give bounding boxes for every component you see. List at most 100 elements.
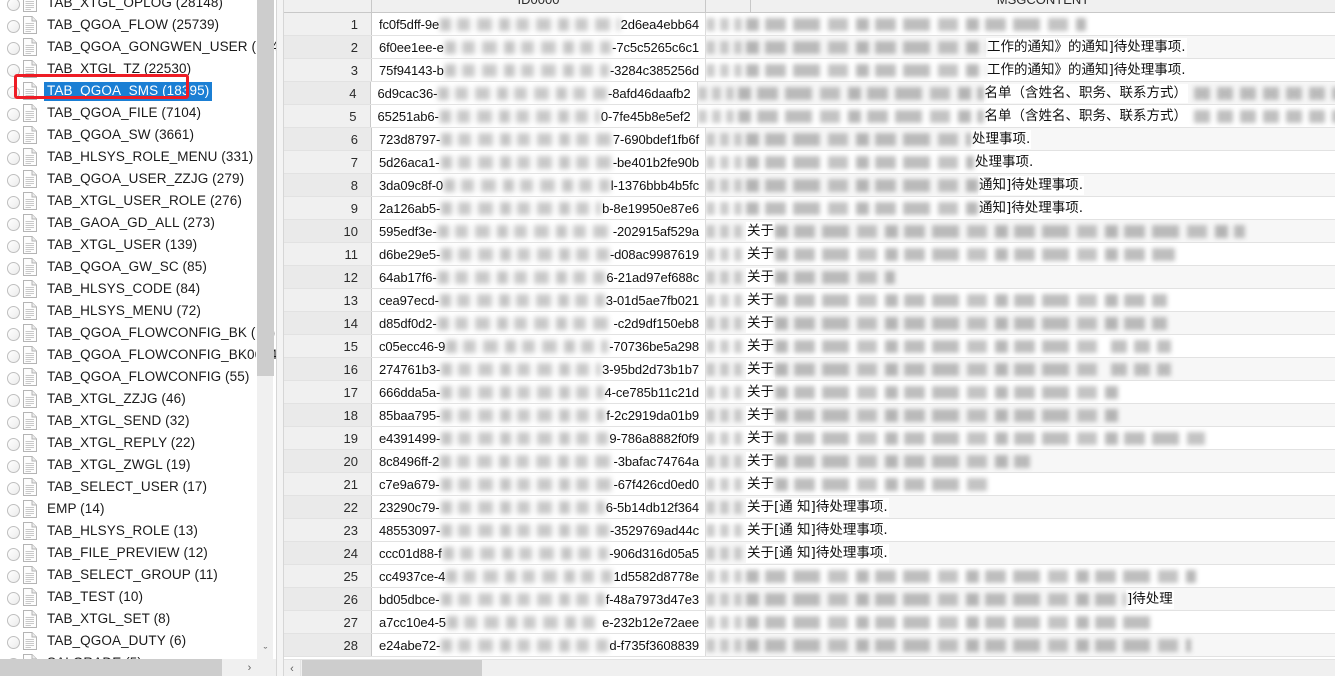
scroll-down-arrow-icon[interactable]: ˇ bbox=[257, 643, 274, 660]
tree-item-tab_select_user[interactable]: TAB_SELECT_USER (17) bbox=[0, 476, 256, 498]
table-row[interactable]: 12 64ab17f6- 6-21ad97ef688c 关于 bbox=[284, 266, 1335, 289]
cell-id0000[interactable]: cea97ecd- 3-01d5ae7fb021 bbox=[372, 289, 706, 311]
cell-id0000[interactable]: bd05dbce-f-48a7973d47e3 bbox=[372, 588, 706, 610]
table-row[interactable]: 17 666dda5a- 4-ce785b11c21d 关于 bbox=[284, 381, 1335, 404]
row-number[interactable]: 18 bbox=[284, 404, 372, 426]
table-row[interactable]: 28 e24abe72- d-f735f3608839 bbox=[284, 634, 1335, 657]
tree-item-tab_qgoa_flowconfig_bk[interactable]: TAB_QGOA_FLOWCONFIG_BK (57) bbox=[0, 322, 275, 344]
cell-id0000[interactable]: d6be29e5- -d08ac9987619 bbox=[372, 243, 706, 265]
cell-msgcontent[interactable] bbox=[706, 634, 1335, 656]
row-number[interactable]: 14 bbox=[284, 312, 372, 334]
tree-item-tab_qgoa_sms[interactable]: TAB_QGOA_SMS (18395) bbox=[0, 80, 256, 102]
tree-vertical-scrollbar[interactable]: ˇ bbox=[256, 0, 274, 660]
row-number[interactable]: 10 bbox=[284, 220, 372, 242]
tree-item-tab_qgoa_user_zzjg[interactable]: TAB_QGOA_USER_ZZJG (279) bbox=[0, 168, 256, 190]
table-row[interactable]: 4 6d9cac36- -8afd46daafb2 名单（含姓名、职务、联系方式） bbox=[284, 82, 1335, 105]
grid-scroll-left-arrow-icon[interactable]: ‹ bbox=[284, 660, 301, 676]
expander-circle-icon[interactable] bbox=[4, 0, 20, 11]
column-header-hidden[interactable] bbox=[706, 0, 751, 12]
cell-id0000[interactable]: e4391499- 9-786a8882f0f9 bbox=[372, 427, 706, 449]
tree-item-tab_qgoa_flowconfig_bk0624[interactable]: TAB_QGOA_FLOWCONFIG_BK0624 (57) bbox=[0, 344, 276, 366]
row-number[interactable]: 6 bbox=[284, 128, 372, 150]
pane-splitter[interactable] bbox=[276, 0, 284, 676]
column-header-msgcontent[interactable]: MSGCONTENT bbox=[751, 0, 1335, 12]
table-row[interactable]: 14 d85df0d2- -c2d9df150eb8 关于 bbox=[284, 312, 1335, 335]
row-number[interactable]: 2 bbox=[284, 36, 372, 58]
row-number[interactable]: 13 bbox=[284, 289, 372, 311]
cell-msgcontent[interactable]: 关于 bbox=[706, 243, 1335, 265]
tree-vertical-scroll-thumb[interactable] bbox=[257, 0, 274, 376]
tree-horizontal-scroll-thumb[interactable] bbox=[0, 659, 222, 676]
cell-id0000[interactable]: 75f94143-b -3284c385256d bbox=[372, 59, 706, 81]
table-row[interactable]: 25 cc4937ce-4 1d5582d8778e bbox=[284, 565, 1335, 588]
tree-item-tab_qgoa_sw[interactable]: TAB_QGOA_SW (3661) bbox=[0, 124, 256, 146]
expander-circle-icon[interactable] bbox=[4, 39, 20, 55]
expander-circle-icon[interactable] bbox=[4, 259, 20, 275]
expander-circle-icon[interactable] bbox=[4, 347, 20, 363]
column-header-rownum[interactable] bbox=[284, 0, 372, 12]
cell-id0000[interactable]: ccc01d88-f -906d316d05a5 bbox=[372, 542, 706, 564]
scroll-right-arrow-icon[interactable]: › bbox=[241, 659, 258, 676]
row-number[interactable]: 19 bbox=[284, 427, 372, 449]
cell-msgcontent[interactable]: 关于 bbox=[706, 427, 1335, 449]
table-row[interactable]: 3 75f94143-b -3284c385256d 工作的通知》的通知]待处理事项. bbox=[284, 59, 1335, 82]
cell-msgcontent[interactable] bbox=[706, 565, 1335, 587]
tree-item-tab_qgoa_flowconfig[interactable]: TAB_QGOA_FLOWCONFIG (55) bbox=[0, 366, 256, 388]
table-row[interactable]: 2 6f0ee1ee-e -7c5c5265c6c1 工作的通知》的通知]待处理事项. bbox=[284, 36, 1335, 59]
table-row[interactable]: 26 bd05dbce-f-48a7973d47e3]待处理 bbox=[284, 588, 1335, 611]
table-row[interactable]: 11 d6be29e5- -d08ac9987619 关于 bbox=[284, 243, 1335, 266]
tree-item-tab_select_group[interactable]: TAB_SELECT_GROUP (11) bbox=[0, 564, 256, 586]
row-number[interactable]: 25 bbox=[284, 565, 372, 587]
cell-id0000[interactable]: 64ab17f6- 6-21ad97ef688c bbox=[372, 266, 706, 288]
expander-circle-icon[interactable] bbox=[4, 523, 20, 539]
tree-item-tab_test[interactable]: TAB_TEST (10) bbox=[0, 586, 256, 608]
tree-item-tab_xtgl_user[interactable]: TAB_XTGL_USER (139) bbox=[0, 234, 256, 256]
table-row[interactable]: 9 2a126ab5- b-8e19950e87e6 通知]待处理事项. bbox=[284, 197, 1335, 220]
expander-circle-icon[interactable] bbox=[4, 127, 20, 143]
row-number[interactable]: 23 bbox=[284, 519, 372, 541]
row-number[interactable]: 3 bbox=[284, 59, 372, 81]
cell-msgcontent[interactable]: 关于 bbox=[706, 266, 1335, 288]
expander-circle-icon[interactable] bbox=[4, 303, 20, 319]
column-header-id0000[interactable]: ID0000 bbox=[372, 0, 706, 12]
tree-item-tab_xtgl_set[interactable]: TAB_XTGL_SET (8) bbox=[0, 608, 256, 630]
tree-item-tab_xtgl_user_role[interactable]: TAB_XTGL_USER_ROLE (276) bbox=[0, 190, 256, 212]
grid-horizontal-scrollbar[interactable]: ‹ bbox=[284, 659, 1335, 676]
expander-circle-icon[interactable] bbox=[4, 215, 20, 231]
row-number[interactable]: 21 bbox=[284, 473, 372, 495]
table-row[interactable]: 18 85baa795- f-2c2919da01b9 关于 bbox=[284, 404, 1335, 427]
cell-id0000[interactable]: 595edf3e- -202915af529a bbox=[372, 220, 706, 242]
row-number[interactable]: 8 bbox=[284, 174, 372, 196]
tree-item-tab_hlsys_menu[interactable]: TAB_HLSYS_MENU (72) bbox=[0, 300, 256, 322]
cell-msgcontent[interactable]: 关于 bbox=[706, 404, 1335, 426]
table-row[interactable]: 27 a7cc10e4-5 e-232b12e72aee bbox=[284, 611, 1335, 634]
cell-id0000[interactable]: 3da09c8f-0 l-1376bbb4b5fc bbox=[372, 174, 706, 196]
table-row[interactable]: 5 65251ab6- 0-7fe45b8e5ef2 名单（含姓名、职务、联系方式） bbox=[284, 105, 1335, 128]
cell-id0000[interactable]: cc4937ce-4 1d5582d8778e bbox=[372, 565, 706, 587]
cell-id0000[interactable]: a7cc10e4-5 e-232b12e72aee bbox=[372, 611, 706, 633]
expander-circle-icon[interactable] bbox=[4, 171, 20, 187]
expander-circle-icon[interactable] bbox=[4, 479, 20, 495]
cell-id0000[interactable]: 666dda5a- 4-ce785b11c21d bbox=[372, 381, 706, 403]
row-number[interactable]: 15 bbox=[284, 335, 372, 357]
cell-id0000[interactable]: 6d9cac36- -8afd46daafb2 bbox=[370, 82, 698, 104]
tree-item-tab_hlsys_role_menu[interactable]: TAB_HLSYS_ROLE_MENU (331) bbox=[0, 146, 256, 168]
table-row[interactable]: 13 cea97ecd- 3-01d5ae7fb021 关于 bbox=[284, 289, 1335, 312]
table-row[interactable]: 8 3da09c8f-0 l-1376bbb4b5fc 通知]待处理事项. bbox=[284, 174, 1335, 197]
cell-id0000[interactable]: 2a126ab5- b-8e19950e87e6 bbox=[372, 197, 706, 219]
expander-circle-icon[interactable] bbox=[4, 17, 20, 33]
expander-circle-icon[interactable] bbox=[4, 325, 20, 341]
cell-id0000[interactable]: 85baa795- f-2c2919da01b9 bbox=[372, 404, 706, 426]
expander-circle-icon[interactable] bbox=[4, 237, 20, 253]
cell-msgcontent[interactable]: 关于 bbox=[706, 289, 1335, 311]
expander-circle-icon[interactable] bbox=[4, 633, 20, 649]
tree-item-tab_hlsys_role[interactable]: TAB_HLSYS_ROLE (13) bbox=[0, 520, 256, 542]
table-row[interactable]: 15 c05ecc46-9 -70736be5a298 关于 bbox=[284, 335, 1335, 358]
cell-id0000[interactable]: 23290c79- 6-5b14db12f364 bbox=[372, 496, 706, 518]
expander-circle-icon[interactable] bbox=[4, 105, 20, 121]
cell-id0000[interactable]: 5d26aca1- -be401b2fe90b bbox=[372, 151, 706, 173]
cell-msgcontent[interactable]: 工作的通知》的通知]待处理事项. bbox=[706, 59, 1335, 81]
expander-circle-icon[interactable] bbox=[4, 611, 20, 627]
cell-msgcontent[interactable]: 名单（含姓名、职务、联系方式） bbox=[697, 82, 1335, 104]
expander-circle-icon[interactable] bbox=[4, 281, 20, 297]
